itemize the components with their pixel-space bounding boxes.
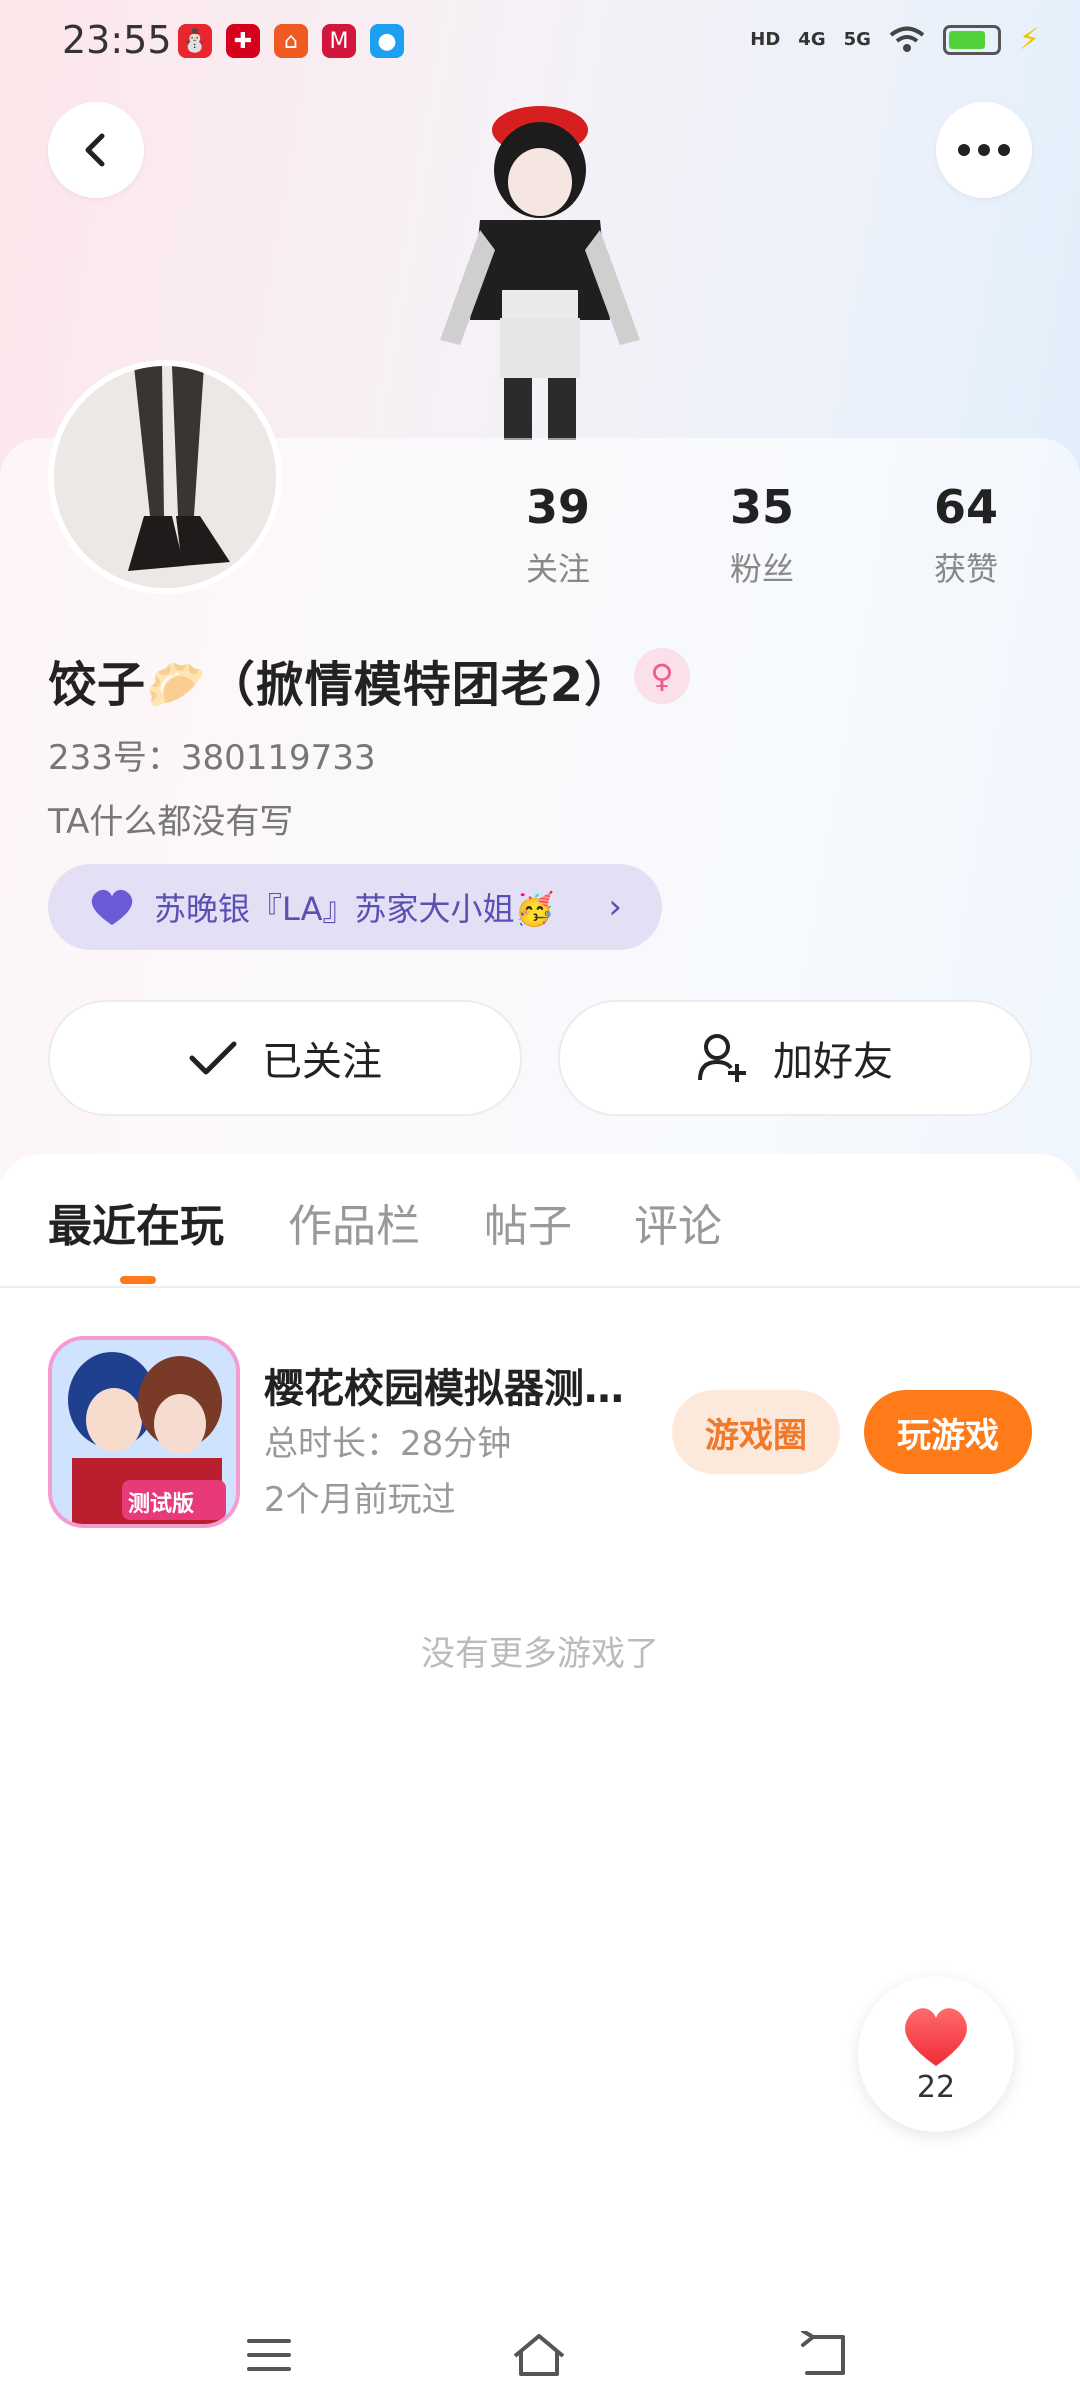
tab-works[interactable]: 作品栏 (288, 1190, 420, 1254)
tab-posts[interactable]: 帖子 (484, 1190, 572, 1254)
system-nav-bar (0, 2300, 1080, 2408)
game-duration: 总时长：28分钟 (264, 1424, 512, 1464)
game-icon[interactable]: 测试版 (48, 1336, 240, 1528)
heart-icon (91, 889, 133, 925)
female-gender-icon: ♀ (634, 648, 690, 704)
menu-nav-button[interactable] (234, 2320, 304, 2390)
follow-button[interactable]: 已关注 (48, 1000, 522, 1116)
user-id: 233号：380119733 (48, 738, 376, 778)
status-indicators: HD 4G 5G ⚡ (750, 22, 1040, 57)
back-nav-button[interactable] (790, 2320, 860, 2390)
profile-name: 饺子🥟（掀情模特团老2） (48, 657, 634, 713)
check-icon (189, 1041, 237, 1075)
stat-value: 64 (933, 480, 998, 534)
user-bio: TA什么都没有写 (48, 802, 294, 842)
signal-5g-icon: 5G (843, 29, 871, 50)
signal-4g-icon: 4G (798, 29, 826, 50)
tab-indicator (120, 1276, 156, 1284)
game-list-item[interactable]: 测试版 樱花校园模拟器测… 总时长：28分钟 2个月前玩过 游戏圈 玩游戏 (48, 1336, 1032, 1530)
stat-value: 35 (729, 480, 794, 534)
game-icon-badge: 测试版 (128, 1492, 195, 1517)
like-count: 22 (916, 2069, 956, 2105)
app-notification-icon: ⛄ (178, 24, 212, 58)
stat-following[interactable]: 39 关注 (488, 480, 628, 590)
app-notification-icon: M (322, 24, 356, 58)
game-title: 樱花校园模拟器测… (264, 1366, 624, 1412)
tab-recently-played[interactable]: 最近在玩 (48, 1190, 224, 1254)
stat-label: 粉丝 (729, 550, 794, 588)
avatar-3d-figure (440, 106, 640, 440)
hd-icon: HD (750, 29, 781, 50)
more-button[interactable] (936, 102, 1032, 198)
back-arrow-icon (801, 2331, 845, 2375)
status-bar: 23:55 ⛄ ✚ ⌂ M ● HD 4G 5G ⚡ (0, 0, 1080, 90)
chevron-right-icon: › (608, 887, 622, 927)
relationship-text: 苏晚银『LA』苏家大小姐🥳 (154, 890, 555, 928)
stat-label: 获赞 (933, 550, 998, 588)
stat-value: 39 (525, 480, 590, 534)
charging-icon: ⚡ (1018, 22, 1040, 57)
avatar-image (54, 366, 276, 588)
stat-likes[interactable]: 64 获赞 (896, 480, 1036, 590)
tab-comments[interactable]: 评论 (634, 1190, 722, 1254)
add-user-icon (698, 1034, 746, 1082)
game-circle-button[interactable]: 游戏圈 (672, 1390, 840, 1474)
add-friend-button[interactable]: 加好友 (558, 1000, 1032, 1116)
status-time: 23:55 (62, 18, 172, 62)
home-icon (513, 2334, 565, 2376)
home-nav-button[interactable] (504, 2320, 574, 2390)
game-last-played: 2个月前玩过 (264, 1480, 456, 1520)
heart-icon (905, 2007, 967, 2066)
back-button[interactable] (48, 102, 144, 198)
like-button[interactable]: 22 (858, 1976, 1014, 2132)
menu-icon (247, 2339, 291, 2371)
relationship-badge[interactable]: 苏晚银『LA』苏家大小姐🥳 › (48, 864, 662, 950)
wifi-icon (889, 26, 925, 52)
avatar[interactable] (48, 360, 282, 594)
stat-followers[interactable]: 35 粉丝 (692, 480, 832, 590)
qq-icon: ● (370, 24, 404, 58)
stat-label: 关注 (525, 550, 590, 588)
notification-icons: ⛄ ✚ ⌂ M ● (178, 24, 404, 58)
play-game-button[interactable]: 玩游戏 (864, 1390, 1032, 1474)
divider (0, 1286, 1080, 1288)
follow-label: 已关注 (262, 1039, 382, 1085)
battery-icon (942, 24, 1001, 55)
chevron-left-icon (85, 133, 105, 167)
app-notification-icon: ⌂ (274, 24, 308, 58)
app-notification-icon: ✚ (226, 24, 260, 58)
more-dots-icon (958, 144, 1010, 156)
add-friend-label: 加好友 (773, 1039, 893, 1085)
empty-state-text: 没有更多游戏了 (421, 1634, 659, 1674)
tab-bar: 最近在玩 作品栏 帖子 评论 (0, 1190, 1080, 1286)
